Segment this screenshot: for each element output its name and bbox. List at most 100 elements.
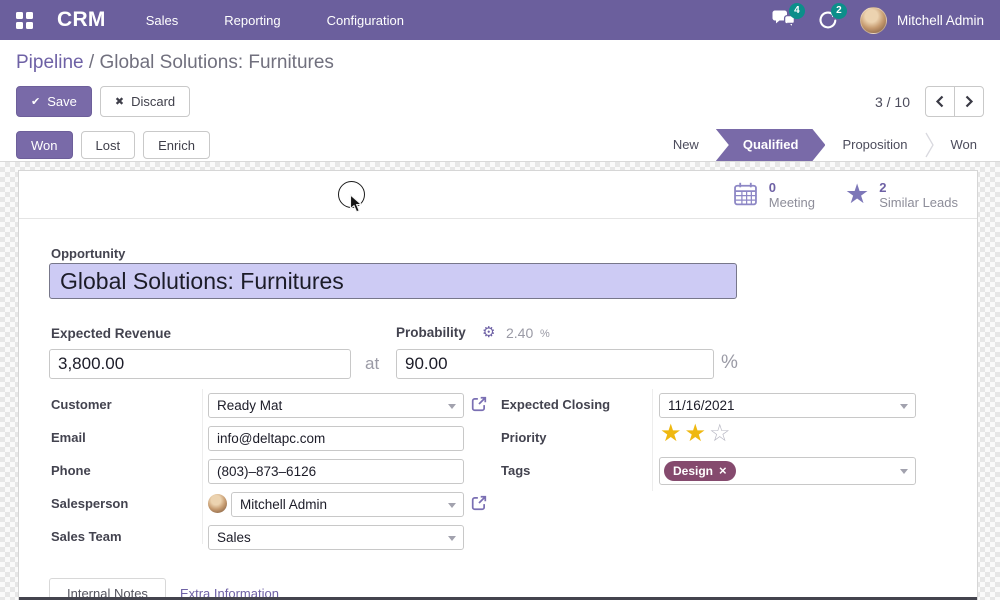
- enrich-button[interactable]: Enrich: [143, 131, 210, 159]
- stat-buttons: 0 Meeting ★ 2 Similar Leads: [717, 171, 973, 218]
- expected-revenue-input[interactable]: [49, 349, 351, 379]
- customer-value: Ready Mat: [217, 398, 282, 413]
- top-navbar: CRM Sales Reporting Configuration 4: [0, 0, 1000, 40]
- priority-label: Priority: [501, 430, 547, 445]
- apps-square: [16, 12, 23, 19]
- similar-leads-label: Similar Leads: [879, 195, 958, 210]
- breadcrumb-separator: /: [84, 52, 100, 73]
- button-box: 0 Meeting ★ 2 Similar Leads: [19, 171, 977, 219]
- meeting-count: 0: [769, 180, 815, 195]
- stage-item-qualified[interactable]: Qualified: [716, 129, 826, 161]
- stage-separator-icon: [925, 131, 934, 159]
- nav-item-sales[interactable]: Sales: [146, 13, 179, 28]
- close-icon: ✖: [115, 95, 124, 108]
- salesperson-avatar: [208, 494, 227, 513]
- chevron-down-icon: [900, 469, 908, 474]
- email-input[interactable]: [208, 426, 464, 451]
- probability-auto-unit: %: [540, 328, 550, 340]
- app-brand[interactable]: CRM: [57, 8, 106, 32]
- apps-menu-icon[interactable]: [16, 12, 33, 29]
- status-buttons: Won Lost Enrich: [16, 131, 210, 159]
- group-separator: [202, 389, 203, 544]
- similar-leads-stat-button[interactable]: ★ 2 Similar Leads: [830, 171, 973, 218]
- customer-select[interactable]: Ready Mat: [208, 393, 464, 418]
- star-icon: ★: [845, 181, 869, 208]
- sales-team-value: Sales: [217, 530, 251, 545]
- salesperson-external-link-icon[interactable]: [471, 495, 487, 516]
- priority-star[interactable]: ★: [660, 422, 682, 446]
- nav-menu: Sales Reporting Configuration: [146, 13, 404, 28]
- apps-square: [26, 12, 33, 19]
- opportunity-label: Opportunity: [51, 246, 125, 261]
- breadcrumb-current: Global Solutions: Furnitures: [99, 52, 333, 73]
- chevron-down-icon: [448, 404, 456, 409]
- breadcrumb: Pipeline / Global Solutions: Furnitures: [16, 52, 334, 74]
- tag-remove-icon[interactable]: ×: [719, 466, 727, 476]
- stage-selector: New Qualified Proposition Won: [656, 129, 994, 161]
- check-icon: ✔: [31, 95, 40, 108]
- discard-button[interactable]: ✖ Discard: [100, 86, 190, 117]
- phone-label: Phone: [51, 463, 91, 478]
- pager-next-button[interactable]: [954, 86, 984, 117]
- form-actions: ✔ Save ✖ Discard: [16, 86, 190, 117]
- lost-button[interactable]: Lost: [81, 131, 136, 159]
- meeting-stat-button[interactable]: 0 Meeting: [717, 171, 830, 218]
- tag-pill: Design ×: [664, 461, 736, 481]
- activities-menu[interactable]: 2: [818, 10, 838, 30]
- messages-badge: 4: [789, 3, 805, 19]
- stage-item-won[interactable]: Won: [934, 129, 995, 161]
- similar-leads-stat-text: 2 Similar Leads: [879, 180, 958, 210]
- won-button[interactable]: Won: [16, 131, 73, 159]
- meeting-stat-text: 0 Meeting: [769, 180, 815, 210]
- pager-prev-button[interactable]: [925, 86, 955, 117]
- chevron-down-icon: [900, 404, 908, 409]
- priority-stars: ★ ★ ☆: [660, 422, 731, 446]
- pager-buttons: [925, 86, 984, 117]
- group-separator: [652, 389, 653, 491]
- customer-label: Customer: [51, 397, 112, 412]
- gear-icon[interactable]: ⚙: [482, 323, 495, 341]
- activities-badge: 2: [831, 3, 847, 19]
- priority-star[interactable]: ☆: [709, 422, 731, 446]
- calendar-icon: [732, 181, 759, 208]
- user-avatar: [860, 7, 887, 34]
- pager: 3 / 10: [875, 86, 984, 117]
- expected-revenue-label: Expected Revenue: [51, 326, 171, 341]
- percent-label: %: [721, 352, 738, 374]
- chevron-down-icon: [448, 536, 456, 541]
- sales-team-label: Sales Team: [51, 529, 122, 544]
- tags-select[interactable]: Design ×: [659, 457, 916, 485]
- chevron-left-icon: [935, 95, 945, 108]
- chevron-right-icon: [964, 95, 974, 108]
- salesperson-label: Salesperson: [51, 496, 128, 511]
- probability-input[interactable]: [396, 349, 714, 379]
- pager-count: 3 / 10: [875, 94, 910, 110]
- expected-closing-select[interactable]: 11/16/2021: [659, 393, 916, 418]
- app-window: CRM Sales Reporting Configuration 4: [0, 0, 1000, 600]
- stage-item-proposition[interactable]: Proposition: [825, 129, 924, 161]
- stage-item-new[interactable]: New: [656, 129, 716, 161]
- salesperson-select[interactable]: Mitchell Admin: [231, 492, 464, 517]
- save-label: Save: [47, 94, 77, 109]
- messages-menu[interactable]: 4: [771, 10, 796, 30]
- apps-square: [16, 22, 23, 29]
- probability-auto-value: 2.40: [506, 325, 533, 341]
- priority-star[interactable]: ★: [685, 422, 707, 446]
- customer-external-link-icon[interactable]: [471, 396, 487, 417]
- phone-input[interactable]: [208, 459, 464, 484]
- user-name: Mitchell Admin: [897, 13, 984, 28]
- expected-closing-value: 11/16/2021: [668, 398, 735, 413]
- breadcrumb-pipeline-link[interactable]: Pipeline: [16, 52, 84, 73]
- meeting-label: Meeting: [769, 195, 815, 210]
- user-menu[interactable]: Mitchell Admin: [860, 7, 984, 34]
- expected-closing-label: Expected Closing: [501, 397, 610, 412]
- sales-team-select[interactable]: Sales: [208, 525, 464, 550]
- save-button[interactable]: ✔ Save: [16, 86, 92, 117]
- nav-right: 4 2 Mitchell Admin: [771, 7, 984, 34]
- tags-label: Tags: [501, 463, 530, 478]
- control-panel: Pipeline / Global Solutions: Furnitures …: [0, 40, 1000, 162]
- opportunity-title-input[interactable]: [49, 263, 737, 299]
- nav-item-reporting[interactable]: Reporting: [224, 13, 280, 28]
- nav-item-configuration[interactable]: Configuration: [327, 13, 404, 28]
- chevron-down-icon: [448, 503, 456, 508]
